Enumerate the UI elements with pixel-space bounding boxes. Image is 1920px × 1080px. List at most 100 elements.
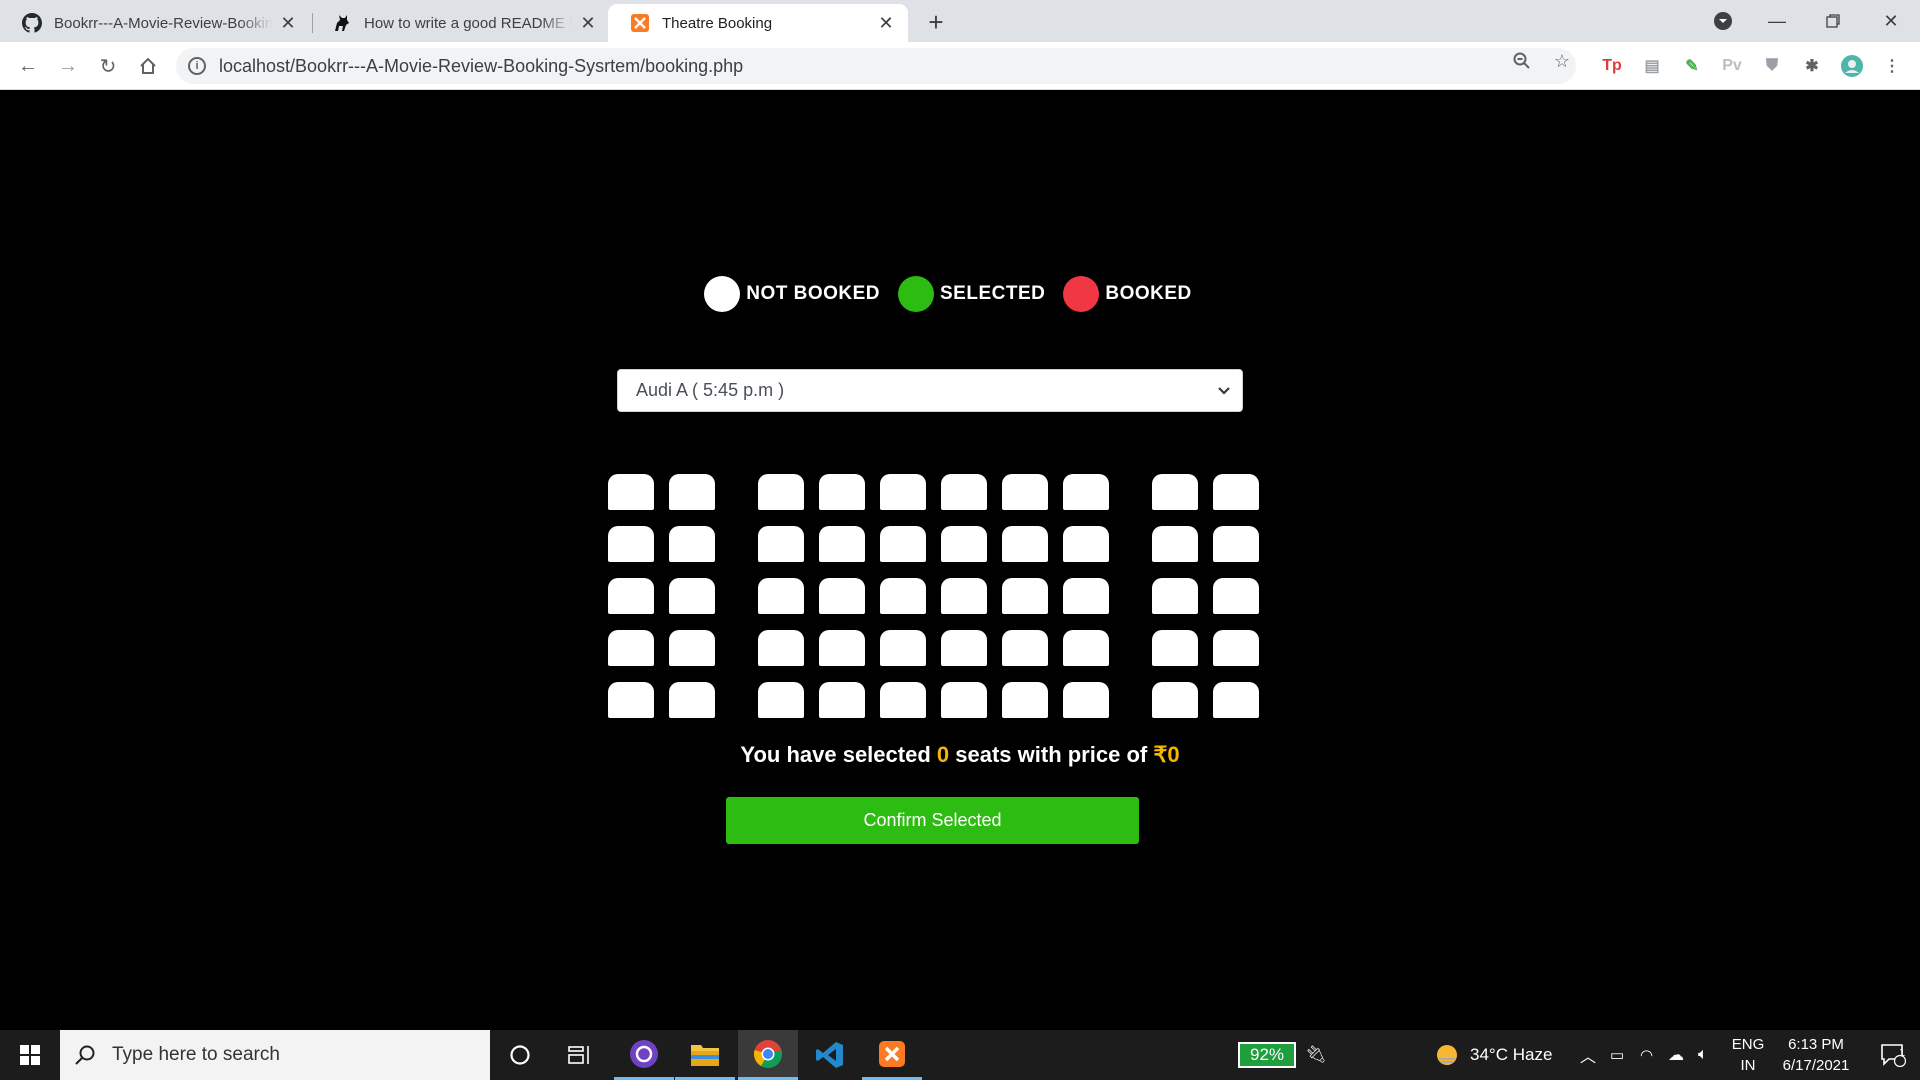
profile-avatar[interactable] bbox=[1840, 54, 1864, 78]
seat-2-2-3[interactable] bbox=[880, 526, 926, 562]
extensions-puzzle-icon[interactable]: ✱ bbox=[1800, 54, 1824, 78]
seat-2-3-4[interactable] bbox=[941, 578, 987, 614]
seat-2-3-2[interactable] bbox=[819, 578, 865, 614]
seat-3-1-1[interactable] bbox=[1152, 474, 1198, 510]
tab-search-icon[interactable] bbox=[1700, 0, 1746, 42]
seat-1-4-1[interactable] bbox=[608, 630, 654, 666]
seat-2-4-5[interactable] bbox=[1002, 630, 1048, 666]
seat-3-5-2[interactable] bbox=[1213, 682, 1259, 718]
seat-3-3-1[interactable] bbox=[1152, 578, 1198, 614]
seat-2-4-1[interactable] bbox=[758, 630, 804, 666]
notification-center-icon[interactable]: 1 bbox=[1866, 1030, 1920, 1080]
legend-not-booked: NOT BOOKED bbox=[704, 276, 880, 312]
seat-3-4-2[interactable] bbox=[1213, 630, 1259, 666]
confirm-selected-button[interactable]: Confirm Selected bbox=[726, 797, 1139, 844]
shield-icon[interactable]: ⛊ bbox=[1760, 54, 1784, 78]
pv-extension-icon[interactable]: Pv bbox=[1720, 54, 1744, 78]
xampp-taskbar-icon[interactable] bbox=[862, 1030, 922, 1080]
zoom-icon[interactable] bbox=[1511, 50, 1533, 72]
pen-extension-icon[interactable]: ✎ bbox=[1680, 54, 1704, 78]
seat-2-5-5[interactable] bbox=[1002, 682, 1048, 718]
seat-2-4-4[interactable] bbox=[941, 630, 987, 666]
copy-extension-icon[interactable]: ▤ bbox=[1640, 54, 1664, 78]
minimize-icon[interactable]: — bbox=[1754, 0, 1800, 42]
clock[interactable]: 6:13 PM 6/17/2021 bbox=[1766, 1034, 1866, 1076]
language-indicator[interactable]: ENG IN bbox=[1728, 1034, 1768, 1076]
seat-2-2-6[interactable] bbox=[1063, 526, 1109, 562]
seat-1-5-1[interactable] bbox=[608, 682, 654, 718]
close-icon[interactable]: ✕ bbox=[876, 13, 896, 33]
seat-2-5-3[interactable] bbox=[880, 682, 926, 718]
vscode-icon[interactable] bbox=[800, 1030, 860, 1080]
seat-2-1-4[interactable] bbox=[941, 474, 987, 510]
seat-3-2-2[interactable] bbox=[1213, 526, 1259, 562]
seat-2-1-6[interactable] bbox=[1063, 474, 1109, 510]
taskbar-search-input[interactable]: Type here to search bbox=[60, 1030, 490, 1080]
battery-tray-icon[interactable]: ▭ bbox=[1610, 1030, 1624, 1080]
seat-1-5-2[interactable] bbox=[669, 682, 715, 718]
seat-2-4-2[interactable] bbox=[819, 630, 865, 666]
seat-2-1-1[interactable] bbox=[758, 474, 804, 510]
windows-start-icon[interactable] bbox=[0, 1030, 60, 1080]
seat-2-4-3[interactable] bbox=[880, 630, 926, 666]
chrome-icon[interactable] bbox=[738, 1030, 798, 1080]
forward-icon[interactable]: → bbox=[54, 52, 82, 80]
seat-2-1-3[interactable] bbox=[880, 474, 926, 510]
seat-3-3-2[interactable] bbox=[1213, 578, 1259, 614]
window-close-icon[interactable]: ✕ bbox=[1868, 0, 1914, 42]
seat-1-1-1[interactable] bbox=[608, 474, 654, 510]
seat-1-2-1[interactable] bbox=[608, 526, 654, 562]
show-select[interactable]: Audi A ( 5:45 p.m ) bbox=[617, 369, 1243, 412]
seat-2-2-2[interactable] bbox=[819, 526, 865, 562]
seat-2-2-1[interactable] bbox=[758, 526, 804, 562]
site-info-icon[interactable]: i bbox=[188, 57, 206, 75]
seat-2-5-1[interactable] bbox=[758, 682, 804, 718]
seat-3-2-1[interactable] bbox=[1152, 526, 1198, 562]
volume-icon[interactable]: 🔈︎ bbox=[1698, 1030, 1708, 1080]
seat-2-1-2[interactable] bbox=[819, 474, 865, 510]
wifi-icon[interactable]: ◠ bbox=[1640, 1030, 1653, 1080]
menu-kebab-icon[interactable]: ⋮ bbox=[1880, 54, 1904, 78]
tab-github[interactable]: Bookrr---A-Movie-Review-Booking-Sysrtem … bbox=[0, 4, 310, 42]
new-tab-button[interactable]: + bbox=[922, 7, 950, 37]
tp-extension-icon[interactable]: Tp bbox=[1600, 54, 1624, 78]
seat-1-3-2[interactable] bbox=[669, 578, 715, 614]
seat-2-5-2[interactable] bbox=[819, 682, 865, 718]
cortana-icon[interactable] bbox=[490, 1030, 550, 1080]
back-icon[interactable]: ← bbox=[14, 52, 42, 80]
onedrive-cloud-icon[interactable]: ☁ bbox=[1668, 1030, 1684, 1080]
github-desktop-icon[interactable] bbox=[614, 1030, 674, 1080]
restore-icon[interactable] bbox=[1810, 0, 1856, 42]
seat-2-3-6[interactable] bbox=[1063, 578, 1109, 614]
seat-3-5-1[interactable] bbox=[1152, 682, 1198, 718]
seat-2-5-4[interactable] bbox=[941, 682, 987, 718]
seat-2-2-5[interactable] bbox=[1002, 526, 1048, 562]
legend-selected: SELECTED bbox=[898, 276, 1045, 312]
seat-1-1-2[interactable] bbox=[669, 474, 715, 510]
seat-2-3-1[interactable] bbox=[758, 578, 804, 614]
reload-icon[interactable]: ↻ bbox=[94, 52, 122, 80]
seat-2-1-5[interactable] bbox=[1002, 474, 1048, 510]
file-explorer-icon[interactable] bbox=[675, 1030, 735, 1080]
weather-widget[interactable]: 34°C Haze bbox=[1434, 1030, 1552, 1080]
seat-2-3-5[interactable] bbox=[1002, 578, 1048, 614]
seat-3-4-1[interactable] bbox=[1152, 630, 1198, 666]
battery-indicator[interactable]: 92% bbox=[1238, 1042, 1296, 1068]
seat-2-4-6[interactable] bbox=[1063, 630, 1109, 666]
seat-1-3-1[interactable] bbox=[608, 578, 654, 614]
seat-2-3-3[interactable] bbox=[880, 578, 926, 614]
bookmark-star-icon[interactable]: ☆ bbox=[1551, 50, 1573, 72]
seat-1-4-2[interactable] bbox=[669, 630, 715, 666]
close-icon[interactable]: ✕ bbox=[278, 13, 298, 33]
show-hidden-icons-chevron[interactable]: ︿ bbox=[1580, 1030, 1596, 1080]
address-bar[interactable]: i localhost/Bookrr---A-Movie-Review-Book… bbox=[176, 48, 1576, 84]
tab-theatre-booking[interactable]: Theatre Booking ✕ bbox=[608, 4, 908, 42]
seat-1-2-2[interactable] bbox=[669, 526, 715, 562]
seat-2-5-6[interactable] bbox=[1063, 682, 1109, 718]
home-icon[interactable] bbox=[134, 52, 162, 80]
seat-2-2-4[interactable] bbox=[941, 526, 987, 562]
task-view-icon[interactable] bbox=[550, 1030, 610, 1080]
tab-readme[interactable]: How to write a good README for your GitH… bbox=[310, 4, 610, 42]
close-icon[interactable]: ✕ bbox=[578, 13, 598, 33]
seat-3-1-2[interactable] bbox=[1213, 474, 1259, 510]
